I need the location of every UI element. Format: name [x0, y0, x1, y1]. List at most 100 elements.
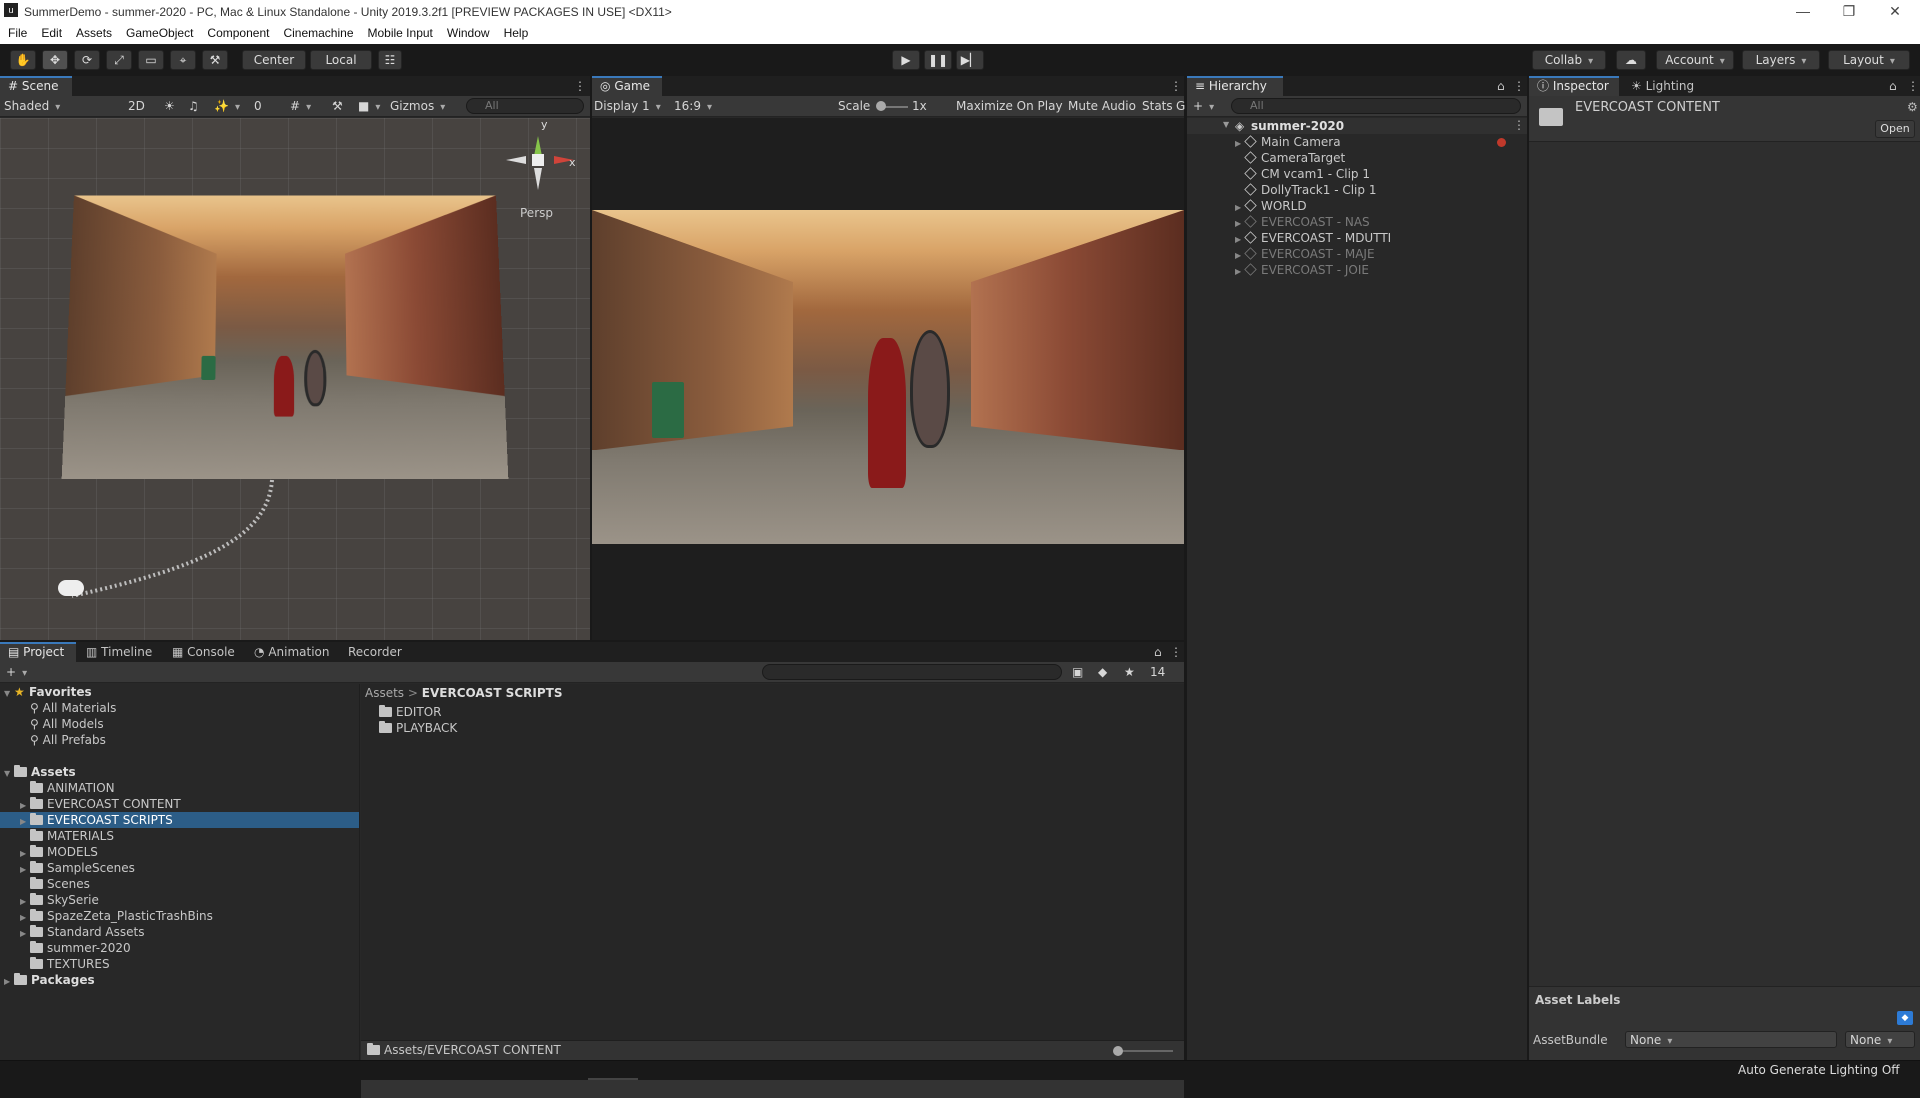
asset-folder-item[interactable]: ▶ MODELS — [20, 844, 98, 860]
gizmos-dropdown[interactable]: Gizmos — [390, 98, 445, 115]
step-button[interactable]: ▶▏ — [956, 50, 984, 70]
persp-label[interactable]: Persp — [520, 206, 553, 220]
hierarchy-item[interactable]: CameraTarget — [1235, 150, 1345, 166]
packages-header[interactable]: ▶ Packages — [4, 972, 95, 988]
cloud-icon[interactable]: ☁ — [1616, 50, 1646, 70]
account-dropdown[interactable]: Account — [1656, 50, 1734, 70]
icon-size-slider-handle[interactable] — [1113, 1046, 1123, 1056]
game-viewport[interactable] — [592, 118, 1184, 640]
asset-folder-item[interactable]: ▶ EVERCOAST CONTENT — [20, 796, 181, 812]
asset-folder-item[interactable]: Scenes — [20, 876, 90, 892]
stats-toggle[interactable]: Stats — [1142, 98, 1173, 115]
scene-root-menu-icon[interactable]: ⋮ — [1513, 118, 1525, 132]
assetbundle-dropdown[interactable]: None — [1625, 1031, 1837, 1048]
asset-folder-item[interactable]: summer-2020 — [20, 940, 131, 956]
open-button[interactable]: Open — [1875, 120, 1915, 138]
menu-file[interactable]: File — [0, 24, 34, 40]
auto-lighting-status[interactable]: Auto Generate Lighting Off — [1738, 1063, 1900, 1077]
asset-folder-item[interactable]: TEXTURES — [20, 956, 110, 972]
filter-by-type-icon[interactable]: ▣ — [1072, 664, 1083, 681]
filter-by-label-icon[interactable]: ◆ — [1098, 664, 1107, 681]
hierarchy-menu-icon[interactable]: ⋮ — [1505, 76, 1525, 96]
asset-folder-item[interactable]: ▶ SkySerie — [20, 892, 99, 908]
audio-toggle-icon[interactable]: ♫ — [188, 98, 199, 115]
maximize-on-play-toggle[interactable]: Maximize On Play — [956, 98, 1063, 115]
tab-game[interactable]: ◎ Game — [592, 76, 662, 96]
project-add-button[interactable]: + — [6, 664, 27, 681]
inspector-menu-icon[interactable]: ⋮ — [1899, 76, 1919, 96]
menu-help[interactable]: Help — [497, 24, 536, 40]
scale-slider-handle[interactable] — [876, 101, 886, 111]
icon-size-slider[interactable] — [1117, 1050, 1173, 1052]
scene-expand-arrow[interactable]: ▼ — [1223, 120, 1229, 129]
hierarchy-item[interactable]: ▶ EVERCOAST - NAS — [1235, 214, 1370, 230]
effects-toggle-icon[interactable]: ✨ — [214, 98, 240, 115]
display-dropdown[interactable]: Display 1 — [594, 98, 674, 115]
favorites-item[interactable]: ⚲ All Materials — [30, 700, 116, 716]
tab-hierarchy[interactable]: ≡ Hierarchy — [1187, 76, 1283, 96]
camera-settings-icon[interactable]: ■ — [358, 98, 380, 115]
asset-folder-item[interactable]: ▶ Standard Assets — [20, 924, 144, 940]
favorites-item[interactable]: ⚲ All Prefabs — [30, 732, 106, 748]
asset-folder-item-selected[interactable]: ▶ EVERCOAST SCRIPTS — [0, 812, 359, 828]
asset-folder-item[interactable]: ▶ SpazeZeta_PlasticTrashBins — [20, 908, 213, 924]
lighting-toggle-icon[interactable]: ☀ — [164, 98, 175, 115]
scene-viewport[interactable]: y x Persp — [0, 118, 590, 640]
inspector-gear-icon[interactable]: ⚙ — [1907, 100, 1918, 114]
menu-cinemachine[interactable]: Cinemachine — [276, 24, 360, 40]
hidden-objects-count[interactable]: 0 — [254, 98, 262, 115]
menu-mobile-input[interactable]: Mobile Input — [361, 24, 440, 40]
hierarchy-add-button[interactable]: + — [1193, 98, 1214, 115]
snap-grid-icon[interactable]: ☷ — [378, 50, 402, 70]
tab-project[interactable]: ▤ Project — [0, 642, 76, 662]
favorites-star-icon[interactable]: ★ — [1124, 664, 1135, 681]
tab-scene[interactable]: # Scene — [0, 76, 72, 96]
hierarchy-item[interactable]: DollyTrack1 - Clip 1 — [1235, 182, 1376, 198]
tab-inspector[interactable]: ⓘ Inspector — [1529, 76, 1619, 96]
favorites-expand-icon[interactable]: ▼ — [4, 686, 14, 702]
pivot-center-button[interactable]: Center — [242, 50, 306, 70]
expand-arrow-icon[interactable]: ▶ — [1235, 264, 1245, 280]
label-tag-icon[interactable]: ◆ — [1897, 1011, 1913, 1025]
content-folder-item[interactable]: PLAYBACK — [379, 720, 457, 736]
content-folder-item[interactable]: EDITOR — [379, 704, 441, 720]
tab-animation[interactable]: ◔ Animation — [246, 642, 338, 662]
mute-audio-toggle[interactable]: Mute Audio — [1068, 98, 1136, 115]
tab-lighting[interactable]: ☀ Lighting — [1623, 76, 1707, 96]
move-tool-icon[interactable]: ✥ — [42, 50, 68, 70]
favorites-item[interactable]: ⚲ All Models — [30, 716, 104, 732]
game-gizmos-toggle[interactable]: G — [1176, 98, 1185, 115]
collab-dropdown[interactable]: Collab — [1532, 50, 1606, 70]
pause-button[interactable]: ❚❚ — [924, 50, 952, 70]
layers-dropdown[interactable]: Layers — [1742, 50, 1820, 70]
minimize-icon[interactable]: — — [1780, 0, 1826, 24]
assets-header[interactable]: ▼ Assets — [4, 764, 76, 780]
menu-gameobject[interactable]: GameObject — [119, 24, 200, 40]
menu-edit[interactable]: Edit — [34, 24, 69, 40]
hierarchy-scene-root[interactable]: ▼ ◈ summer-2020 ⋮ — [1187, 118, 1527, 134]
hierarchy-item[interactable]: ▶ Main Camera — [1235, 134, 1341, 150]
asset-folder-item[interactable]: ▶ SampleScenes — [20, 860, 135, 876]
custom-tool-icon[interactable]: ⚒ — [202, 50, 228, 70]
asset-folder-item[interactable]: ANIMATION — [20, 780, 115, 796]
asset-folder-item[interactable]: MATERIALS — [20, 828, 114, 844]
hand-tool-icon[interactable]: ✋ — [10, 50, 36, 70]
menu-component[interactable]: Component — [200, 24, 276, 40]
menu-window[interactable]: Window — [440, 24, 497, 40]
scale-tool-icon[interactable]: ⤢ — [106, 50, 132, 70]
breadcrumb-current[interactable]: EVERCOAST SCRIPTS — [422, 686, 563, 700]
hierarchy-item[interactable]: ▶ EVERCOAST - MAJE — [1235, 246, 1375, 262]
pivot-local-button[interactable]: Local — [310, 50, 372, 70]
project-menu-icon[interactable]: ⋮ — [1162, 642, 1182, 662]
menu-assets[interactable]: Assets — [69, 24, 119, 40]
layout-dropdown[interactable]: Layout — [1828, 50, 1910, 70]
transform-tool-icon[interactable]: ⌖ — [170, 50, 196, 70]
camera-gizmo-icon[interactable] — [58, 580, 84, 596]
hierarchy-item[interactable]: ▶ EVERCOAST - MDUTTI — [1235, 230, 1391, 246]
hierarchy-item[interactable]: ▶ EVERCOAST - JOIE — [1235, 262, 1369, 278]
grid-toggle-icon[interactable]: # — [290, 98, 311, 115]
tab-console[interactable]: ▦ Console — [164, 642, 246, 662]
breadcrumb-assets[interactable]: Assets — [365, 686, 404, 700]
scene-menu-icon[interactable]: ⋮ — [566, 76, 586, 96]
close-icon[interactable]: ✕ — [1872, 0, 1918, 24]
